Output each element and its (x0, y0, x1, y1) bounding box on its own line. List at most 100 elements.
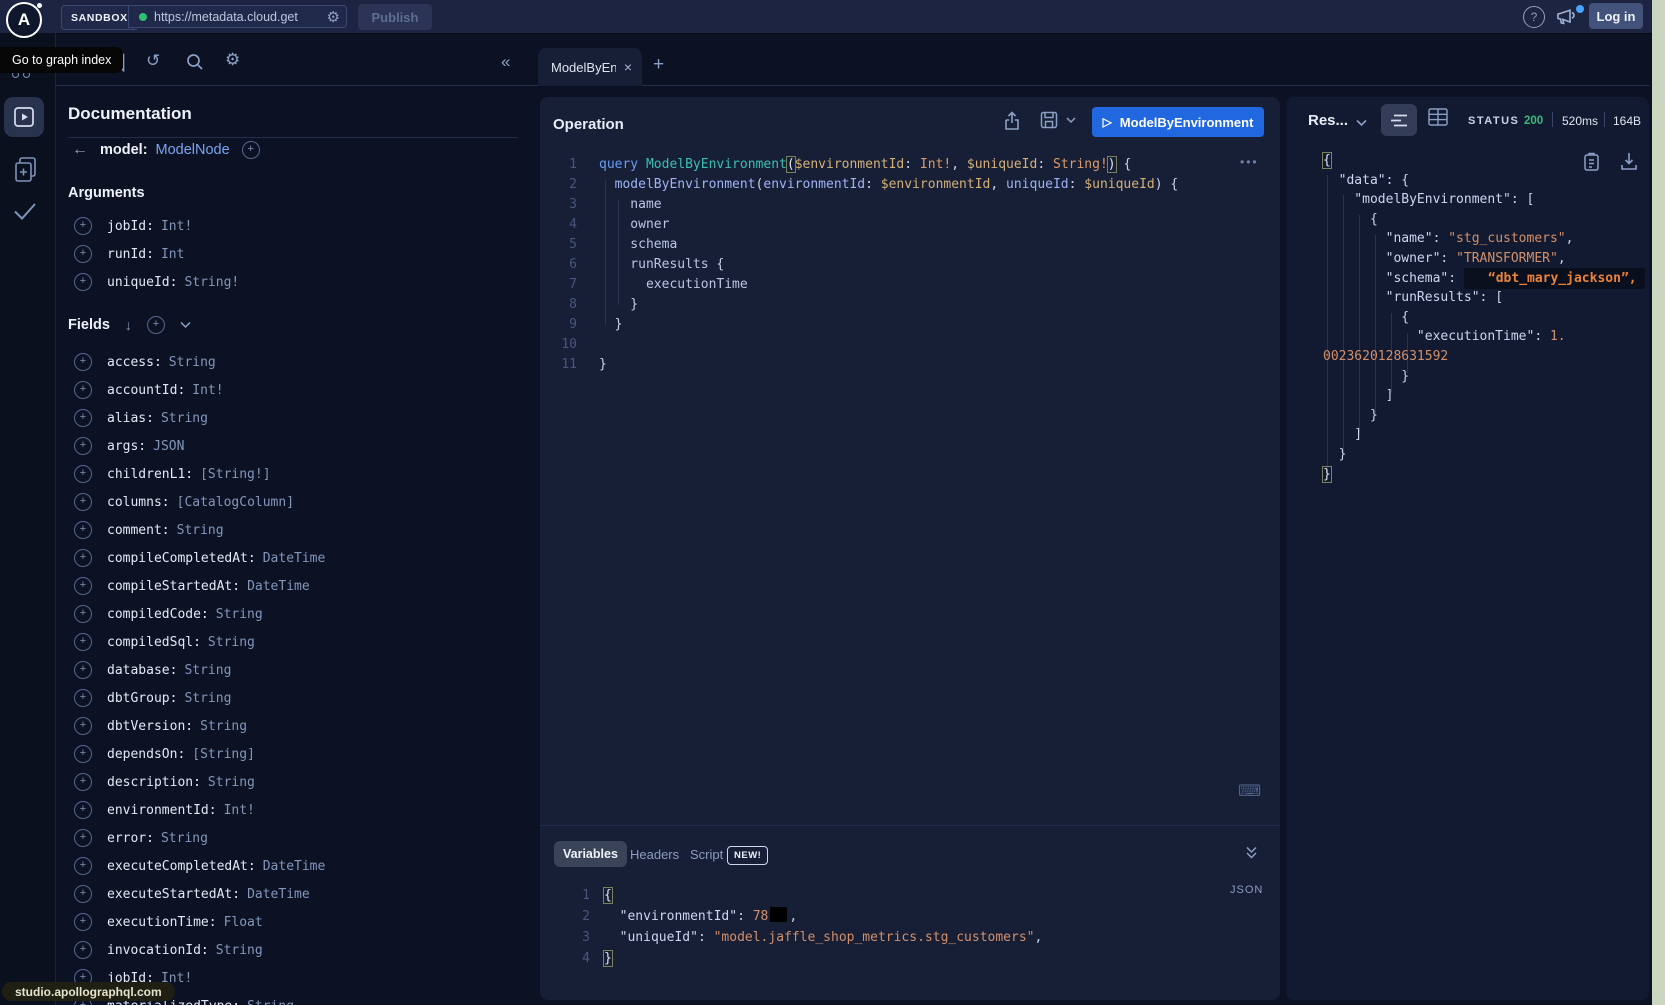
add-field-button[interactable]: + (74, 217, 92, 235)
collapse-variables-chevrons-icon[interactable] (1244, 845, 1259, 860)
field-type[interactable]: DateTime (263, 551, 326, 566)
add-field-button[interactable]: + (74, 577, 92, 595)
new-tab-button[interactable]: + (653, 54, 664, 76)
add-field-button[interactable]: + (74, 689, 92, 707)
add-field-button[interactable]: + (74, 381, 92, 399)
add-field-button[interactable]: + (74, 857, 92, 875)
field-type[interactable]: DateTime (263, 859, 326, 874)
doc-field-row[interactable]: +executeStartedAt:DateTime (55, 880, 515, 908)
apollo-logo[interactable]: A (6, 2, 42, 38)
save-operation-icon[interactable] (1040, 111, 1058, 129)
doc-field-row[interactable]: +comment:String (55, 516, 515, 544)
sidebar-item-checklist[interactable] (12, 200, 38, 222)
operation-tab[interactable]: ModelByEnvi... × (538, 48, 642, 86)
doc-field-row[interactable]: +description:String (55, 768, 515, 796)
search-icon[interactable] (186, 53, 204, 71)
add-field-button[interactable]: + (74, 885, 92, 903)
collapse-docs-button[interactable]: « (501, 52, 510, 72)
add-field-button[interactable]: + (74, 493, 92, 511)
doc-field-row[interactable]: +executionTime:Float (55, 908, 515, 936)
field-type[interactable]: String (161, 831, 208, 846)
field-type[interactable]: String (216, 607, 263, 622)
field-type[interactable]: String (184, 663, 231, 678)
doc-field-row[interactable]: +args:JSON (55, 432, 515, 460)
doc-field-row[interactable]: +accountId:Int! (55, 376, 515, 404)
doc-field-row[interactable]: +compileCompletedAt:DateTime (55, 544, 515, 572)
share-operation-icon[interactable] (1003, 111, 1021, 131)
save-options-chevron-icon[interactable] (1066, 117, 1076, 124)
field-type[interactable]: String (169, 355, 216, 370)
field-type[interactable]: String! (184, 275, 239, 290)
add-field-button[interactable]: + (74, 801, 92, 819)
keyboard-shortcuts-icon[interactable]: ⌨ (1238, 781, 1261, 801)
doc-field-row[interactable]: +jobId:Int! (55, 212, 515, 240)
doc-field-row[interactable]: +compiledCode:String (55, 600, 515, 628)
field-type[interactable]: Int! (224, 803, 255, 818)
publish-button[interactable]: Publish (358, 4, 432, 30)
doc-field-row[interactable]: +childrenL1:[String!] (55, 460, 515, 488)
operation-menu-button[interactable]: ••• (1240, 155, 1259, 169)
add-field-button[interactable]: + (74, 273, 92, 291)
history-icon[interactable]: ↺ (146, 51, 160, 71)
field-type[interactable]: [String] (192, 747, 255, 762)
doc-field-row[interactable]: +compiledSql:String (55, 628, 515, 656)
field-type[interactable]: Int! (161, 219, 192, 234)
doc-field-row[interactable]: +dependsOn:[String] (55, 740, 515, 768)
field-type[interactable]: DateTime (247, 887, 310, 902)
endpoint-url-text[interactable]: https://metadata.cloud.get (154, 10, 323, 24)
variables-editor[interactable]: 1{2 "environmentId": 78,3 "uniqueId": "m… (560, 885, 1042, 969)
field-type[interactable]: String (216, 943, 263, 958)
response-dropdown-chevron-icon[interactable] (1356, 119, 1367, 127)
add-field-button[interactable]: + (74, 605, 92, 623)
add-field-button[interactable]: + (74, 913, 92, 931)
add-field-button[interactable]: + (74, 773, 92, 791)
doc-field-row[interactable]: +environmentId:Int! (55, 796, 515, 824)
field-type[interactable]: String (208, 775, 255, 790)
tab-variables[interactable]: Variables (554, 841, 627, 867)
help-icon[interactable]: ? (1523, 6, 1545, 28)
operation-editor[interactable]: 1query ModelByEnvironment($environmentId… (545, 155, 1178, 375)
doc-field-row[interactable]: +error:String (55, 824, 515, 852)
field-type[interactable]: String (161, 411, 208, 426)
doc-field-row[interactable]: +executeCompletedAt:DateTime (55, 852, 515, 880)
sort-fields-icon[interactable]: ↓ (125, 317, 132, 333)
settings-gear-icon[interactable]: ⚙ (225, 50, 240, 70)
doc-field-row[interactable]: +columns:[CatalogColumn] (55, 488, 515, 516)
response-table-view-button[interactable] (1428, 108, 1448, 126)
close-tab-icon[interactable]: × (624, 59, 632, 75)
doc-field-row[interactable]: +dbtVersion:String (55, 712, 515, 740)
add-field-button[interactable]: + (74, 353, 92, 371)
chevron-down-icon[interactable] (180, 321, 191, 329)
field-type[interactable]: String (247, 999, 294, 1005)
doc-field-row[interactable]: +database:String (55, 656, 515, 684)
doc-field-row[interactable]: +runId:Int (55, 240, 515, 268)
connection-settings-gear-icon[interactable]: ⚙ (327, 8, 340, 26)
field-type[interactable]: Float (224, 915, 263, 930)
add-field-button[interactable]: + (74, 661, 92, 679)
field-type[interactable]: String (208, 635, 255, 650)
login-button[interactable]: Log in (1589, 3, 1643, 29)
add-all-fields-button[interactable]: + (147, 316, 165, 334)
add-field-button[interactable]: + (74, 941, 92, 959)
add-field-button[interactable]: + (74, 829, 92, 847)
doc-field-row[interactable]: +alias:String (55, 404, 515, 432)
field-type[interactable]: [CatalogColumn] (177, 495, 294, 510)
announcements-megaphone-icon[interactable] (1555, 6, 1577, 26)
add-field-button[interactable]: + (74, 437, 92, 455)
add-field-button[interactable]: + (74, 409, 92, 427)
add-field-button[interactable]: + (74, 521, 92, 539)
sidebar-item-explorer[interactable] (4, 97, 44, 137)
add-field-button[interactable]: + (74, 245, 92, 263)
field-type[interactable]: String (177, 523, 224, 538)
add-field-button[interactable]: + (74, 745, 92, 763)
field-type[interactable]: Int! (192, 383, 223, 398)
field-type[interactable]: [String!] (200, 467, 270, 482)
doc-field-row[interactable]: +access:String (55, 348, 515, 376)
doc-field-row[interactable]: +invocationId:String (55, 936, 515, 964)
add-field-button[interactable]: + (74, 633, 92, 651)
add-type-button[interactable]: + (242, 141, 260, 159)
add-field-button[interactable]: + (74, 549, 92, 567)
add-field-button[interactable]: + (74, 465, 92, 483)
doc-field-row[interactable]: +dbtGroup:String (55, 684, 515, 712)
tab-headers[interactable]: Headers (630, 847, 679, 862)
